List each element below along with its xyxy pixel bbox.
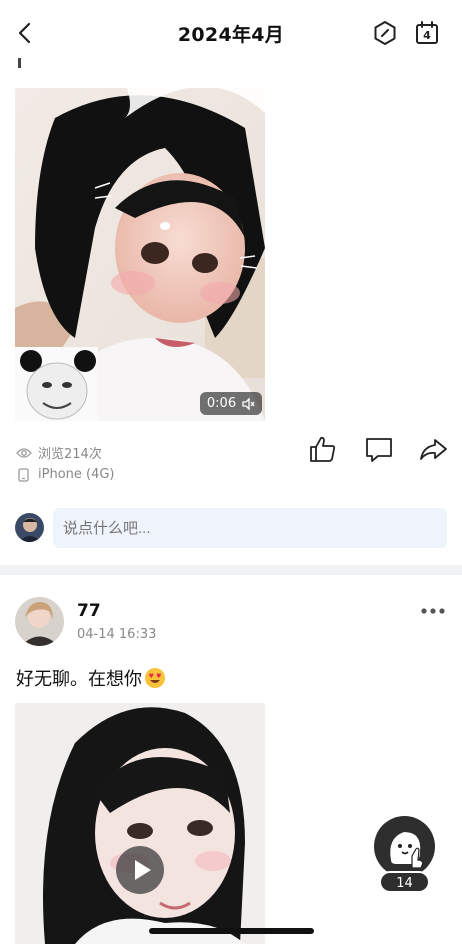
view-count-text: 浏览214次 (38, 447, 102, 462)
more-dots-icon (421, 608, 445, 614)
video-thumbnail-2[interactable] (15, 703, 265, 944)
heart-eyes-emoji-icon (145, 668, 165, 688)
comment-icon (366, 438, 392, 462)
user-avatar[interactable] (15, 597, 64, 646)
my-avatar (15, 513, 44, 542)
share-icon (420, 439, 447, 460)
video-duration: 0:06 (206, 396, 237, 411)
post-text-content: 好无聊。在想你 (16, 669, 142, 690)
floating-count-badge: 14 (379, 871, 430, 893)
scroll-remnant (18, 58, 21, 68)
floating-mascot-button[interactable] (374, 816, 435, 877)
play-button[interactable] (116, 846, 164, 894)
hexagon-button[interactable] (370, 18, 400, 48)
muted-speaker-icon[interactable] (241, 396, 255, 411)
sticker-image (15, 347, 98, 421)
post-divider (0, 565, 462, 575)
device-info: iPhone (4G) (16, 467, 115, 482)
play-icon (135, 860, 151, 880)
post-text: 好无聊。在想你 (16, 665, 166, 691)
top-bar: 2024年4月 4 (0, 0, 462, 66)
comment-input[interactable] (53, 508, 447, 548)
hexagon-icon (374, 21, 396, 45)
view-count: 浏览214次 (16, 443, 102, 462)
ghost-mascot-icon (390, 832, 424, 869)
calendar-icon: 4 (416, 21, 438, 44)
comment-button[interactable] (362, 432, 396, 466)
phone-icon (18, 467, 29, 482)
device-text: iPhone (4G) (38, 467, 115, 482)
eye-icon (16, 447, 32, 458)
home-indicator (149, 928, 314, 934)
post-time: 04-14 16:33 (77, 627, 157, 642)
comment-row (15, 508, 447, 548)
like-button[interactable] (305, 432, 339, 466)
calendar-day: 4 (423, 29, 431, 42)
more-button[interactable] (420, 603, 446, 617)
share-button[interactable] (416, 432, 450, 466)
post-actions (305, 432, 450, 466)
video-duration-badge: 0:06 (200, 392, 262, 415)
thumbs-up-icon (310, 436, 336, 462)
username[interactable]: 77 (77, 601, 101, 621)
calendar-button[interactable]: 4 (412, 18, 442, 48)
